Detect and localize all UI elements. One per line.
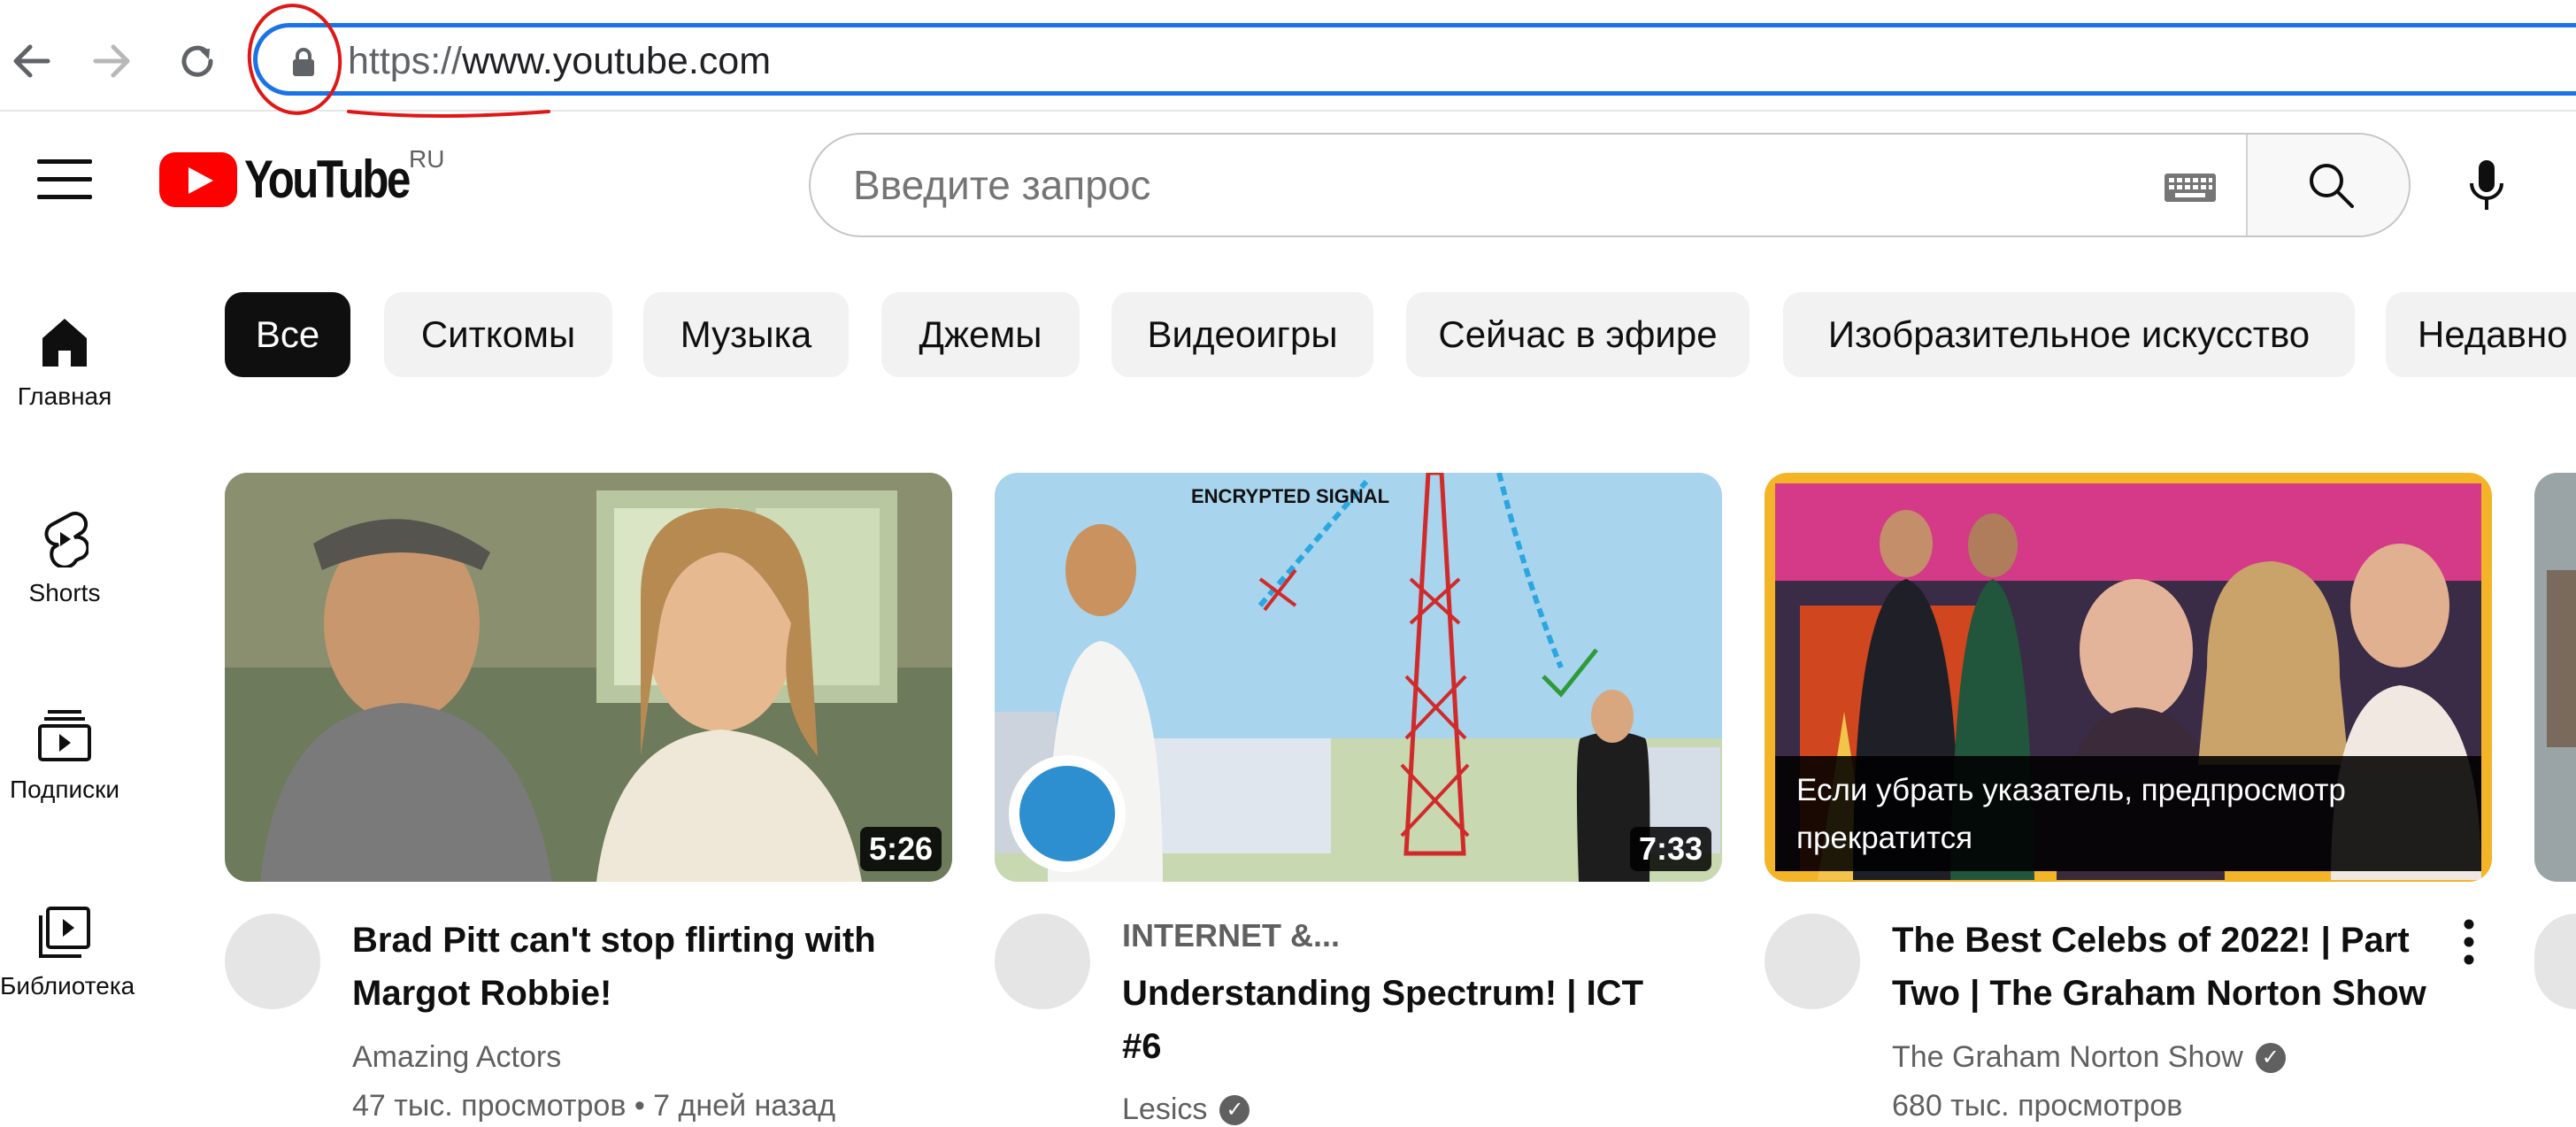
channel-name[interactable]: The Graham Norton Show ✓ [1892,1040,2286,1075]
browser-toolbar: https://www.youtube.com [0,0,2576,121]
channel-avatar-partial [2534,914,2576,1009]
microphone-icon [2470,160,2503,210]
thumbnail-image [995,473,1722,882]
play-logo-icon [159,151,237,207]
chip-visual-arts[interactable]: Изобразительное искусство [1783,292,2355,377]
video-duration: 7:33 [1629,827,1711,871]
url-text[interactable]: https://www.youtube.com [348,40,771,83]
verified-icon: ✓ [1219,1094,1250,1125]
video-thumbnail[interactable]: 5:26 [225,473,952,882]
sidebar-item-subscriptions[interactable]: Подписки [0,705,129,804]
url-scheme: https:// [348,40,463,82]
youtube-logo[interactable]: YouTube [159,149,445,210]
address-bar[interactable]: https://www.youtube.com [253,23,2576,96]
sidebar-item-library[interactable]: Библиотека [0,901,135,1000]
channel-avatar[interactable] [1765,914,1860,1009]
video-thumbnail[interactable]: Если убрать указатель, предпросмотр прек… [1765,473,2492,882]
video-meta: 47 тыс. просмотров • 7 дней назад [352,1089,836,1123]
channel-avatar[interactable] [225,914,320,1009]
voice-search-button[interactable] [2451,151,2522,221]
chip-jams[interactable]: Джемы [881,292,1080,377]
preview-hint: Если убрать указатель, предпросмотр прек… [1775,756,2481,871]
more-vertical-icon [2464,919,2474,965]
video-title[interactable]: Understanding Spectrum! | ICT #6 [1122,967,1671,1073]
back-button[interactable] [0,30,62,92]
sidebar-item-shorts[interactable]: Shorts [0,508,129,607]
search-icon [2310,164,2354,208]
arrow-right-icon [93,44,130,78]
thumbnail-image [225,473,952,882]
thumbnail-caption: ENCRYPTED SIGNAL [1191,485,1390,507]
chip-video-games[interactable]: Видеоигры [1111,292,1373,377]
chip-sitcoms[interactable]: Ситкомы [384,292,612,377]
sidebar-label: Главная [17,382,112,410]
chip-music[interactable]: Музыка [643,292,849,377]
video-thumbnail-partial[interactable] [2534,473,2576,882]
sidebar-label: Shorts [28,579,101,606]
chip-recent-label: Недавно [2418,313,2568,355]
channel-name[interactable]: Lesics ✓ [1122,1092,1250,1127]
forward-button[interactable] [81,30,143,92]
keyboard-icon[interactable] [2165,174,2216,206]
subscriptions-icon [38,710,91,761]
sidebar-label: Библиотека [0,972,135,1000]
reload-icon [181,45,213,77]
verified-icon: ✓ [2255,1042,2286,1073]
search-box [809,133,2411,237]
search-button[interactable] [2246,135,2409,235]
video-duration: 5:26 [859,827,942,871]
category-label: INTERNET &... [1122,917,1341,953]
sidebar-label: Подписки [9,776,120,803]
channel-name-text: Amazing Actors [352,1040,562,1074]
chip-all[interactable]: Все [225,292,350,377]
more-actions-button[interactable] [2451,915,2487,969]
channel-name-text: The Graham Norton Show [1892,1040,2243,1074]
chip-recent[interactable]: Недавно [2386,292,2576,377]
annotation-underline [347,110,550,118]
chip-live[interactable]: Сейчас в эфире [1406,292,1749,377]
logo-text: YouTube [244,150,411,209]
channel-avatar[interactable] [995,914,1090,1009]
channel-name[interactable]: Amazing Actors [352,1040,561,1075]
video-meta: 680 тыс. просмотров [1892,1089,2183,1123]
home-icon [42,319,87,367]
video-title[interactable]: The Best Celebs of 2022! | Part Two | Th… [1892,914,2458,1020]
shorts-icon [44,511,88,567]
library-icon [39,907,90,958]
arrow-left-icon [13,44,50,78]
region-label: RU [409,145,445,173]
sidebar-item-home[interactable]: Главная [0,312,129,411]
video-thumbnail[interactable]: ENCRYPTED SIGNAL 7:33 [995,473,1722,882]
menu-icon[interactable] [37,159,92,202]
channel-name-text: Lesics [1122,1092,1208,1126]
video-title[interactable]: Brad Pitt can't stop flirting with Margo… [352,914,919,1020]
annotation-circle [240,0,350,121]
reload-button[interactable] [166,30,228,92]
url-host: www.youtube.com [462,40,772,82]
search-input[interactable] [811,135,2244,235]
